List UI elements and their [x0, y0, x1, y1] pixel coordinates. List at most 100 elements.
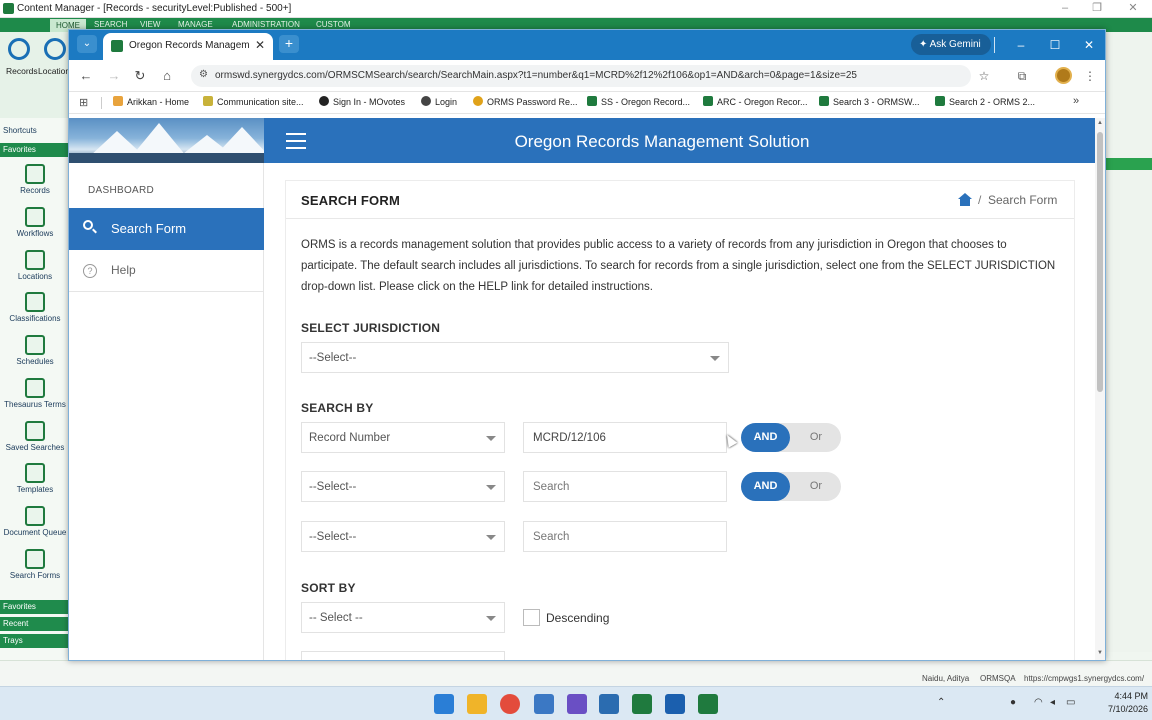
windows-start-icon[interactable]	[434, 694, 454, 714]
location-search-icon[interactable]	[44, 38, 66, 60]
browser-menu-icon[interactable]: ⋮	[1081, 67, 1099, 85]
and-option[interactable]: AND	[741, 472, 790, 501]
ribbon-location-label[interactable]: Location	[38, 66, 70, 76]
browser-minimize-icon[interactable]: –	[1009, 36, 1033, 54]
cm-tab-view[interactable]: VIEW	[140, 20, 160, 29]
tab-list-chevron-icon[interactable]: ⌄	[77, 35, 97, 53]
reload-icon[interactable]: ↻	[131, 67, 149, 85]
bookmark-arikkan-home[interactable]: Arikkan - Home	[113, 96, 189, 107]
cm-tab-custom[interactable]: CUSTOM	[316, 20, 351, 29]
bookmark-communication-site[interactable]: Communication site...	[203, 96, 304, 107]
taskbar-clock[interactable]: 4:44 PM 7/10/2026	[1092, 690, 1148, 716]
outlook-calendar-icon[interactable]	[534, 694, 554, 714]
search-field-select-1[interactable]: Record Number	[301, 422, 505, 453]
cm-shortcuts-header[interactable]: Shortcuts	[0, 124, 70, 138]
home-icon[interactable]	[958, 193, 972, 206]
cm-nav-thesaurus-terms[interactable]: Thesaurus Terms	[0, 378, 70, 409]
cm-restore-button[interactable]: ❐	[1088, 1, 1106, 16]
outlook-icon[interactable]	[665, 694, 685, 714]
cm-nav-classifications[interactable]: Classifications	[0, 292, 70, 323]
search-value-input-3[interactable]: Search	[523, 521, 727, 552]
sidebar-item-help[interactable]: ? Help	[69, 250, 264, 292]
cm-nav-templates[interactable]: Templates	[0, 463, 70, 494]
search-value-input-1[interactable]: MCRD/12/106	[523, 422, 727, 453]
cm-favorites-header[interactable]: Favorites	[0, 143, 70, 157]
cm-bottom-trays[interactable]: Trays	[0, 634, 70, 648]
search-icon	[83, 220, 97, 234]
operator-toggle-2[interactable]: AND Or	[741, 472, 841, 501]
tabstrip-divider	[994, 37, 995, 53]
jurisdiction-select[interactable]: --Select--	[301, 342, 729, 373]
ribbon-records-label[interactable]: Records	[6, 66, 38, 76]
cm-bottom-recent[interactable]: Recent	[0, 617, 70, 631]
search-field-select-2[interactable]: --Select--	[301, 471, 505, 502]
back-arrow-icon[interactable]: ←	[77, 67, 95, 85]
or-option[interactable]: Or	[796, 472, 836, 501]
operator-toggle-1[interactable]: AND Or	[741, 423, 841, 452]
tab-close-icon[interactable]: ✕	[255, 38, 265, 52]
apps-grid-icon[interactable]: ⊞	[79, 96, 88, 109]
or-option[interactable]: Or	[796, 423, 836, 452]
bookmarks-overflow-icon[interactable]: »	[1073, 95, 1079, 107]
content-manager-taskbar-icon[interactable]	[698, 694, 718, 714]
microphone-icon[interactable]: ●	[1010, 697, 1016, 708]
volume-icon[interactable]: ◂	[1050, 697, 1055, 708]
cm-minimize-button[interactable]: –	[1056, 1, 1074, 16]
records-search-icon[interactable]	[8, 38, 30, 60]
and-option[interactable]: AND	[741, 423, 790, 452]
address-bar[interactable]: ⚙ ormswd.synergydcs.com/ORMSCMSearch/sea…	[191, 65, 971, 87]
chrome-icon[interactable]	[500, 694, 520, 714]
descending-checkbox[interactable]	[523, 609, 540, 626]
browser-maximize-icon[interactable]: ☐	[1043, 36, 1067, 54]
notepad-icon[interactable]	[599, 694, 619, 714]
hamburger-menu-icon[interactable]	[286, 133, 306, 149]
forward-arrow-icon[interactable]: →	[105, 67, 123, 85]
teams-icon[interactable]	[567, 694, 587, 714]
scrollbar-thumb[interactable]	[1097, 132, 1103, 392]
ask-gemini-button[interactable]: ✦ Ask Gemini	[911, 34, 991, 55]
cm-nav-saved-searches[interactable]: Saved Searches	[0, 421, 70, 452]
battery-icon[interactable]: ▭	[1066, 697, 1075, 708]
bookmark-orms-password[interactable]: ORMS Password Re...	[473, 96, 578, 107]
cm-nav-document-queue[interactable]: Document Queue	[0, 506, 70, 537]
sort-by-select[interactable]: -- Select --	[301, 602, 505, 633]
browser-tab-active[interactable]: Oregon Records Management ✕	[103, 33, 273, 60]
excel-icon[interactable]	[632, 694, 652, 714]
scroll-up-icon[interactable]: ▲	[1097, 120, 1103, 126]
orms-favicon-icon	[935, 96, 945, 106]
new-tab-plus-icon[interactable]: +	[279, 35, 299, 53]
scroll-down-icon[interactable]: ▼	[1097, 650, 1103, 656]
cm-bottom-favorites[interactable]: Favorites	[0, 600, 70, 614]
cm-close-button[interactable]: ✕	[1124, 1, 1142, 16]
bookmark-star-icon[interactable]: ☆	[975, 67, 993, 85]
cm-nav-schedules[interactable]: Schedules	[0, 335, 70, 366]
cm-nav-search-forms[interactable]: Search Forms	[0, 549, 70, 580]
extensions-icon[interactable]: ⧉	[1013, 67, 1031, 85]
bookmark-sign-in-movotes[interactable]: Sign In - MOvotes	[319, 96, 405, 107]
sidebar-item-search-form[interactable]: Search Form	[69, 208, 264, 250]
cm-nav-records[interactable]: Records	[0, 164, 70, 195]
site-info-icon[interactable]: ⚙	[199, 69, 208, 80]
cm-tab-administration[interactable]: ADMINISTRATION	[232, 20, 300, 29]
search-value-input-2[interactable]: Search	[523, 471, 727, 502]
cm-nav-workflows[interactable]: Workflows	[0, 207, 70, 238]
address-url[interactable]: ormswd.synergydcs.com/ORMSCMSearch/searc…	[215, 70, 857, 81]
wifi-icon[interactable]: ◠	[1034, 697, 1043, 708]
tray-overflow-chevron-icon[interactable]: ⌃	[937, 697, 945, 708]
file-explorer-icon[interactable]	[467, 694, 487, 714]
bookmark-search-3-ormsw[interactable]: Search 3 - ORMSW...	[819, 96, 920, 107]
browser-close-icon[interactable]: ✕	[1077, 36, 1101, 54]
cm-tab-search[interactable]: SEARCH	[94, 20, 127, 29]
bookmark-search-2-orms-2[interactable]: Search 2 - ORMS 2...	[935, 96, 1035, 107]
bookmark-login[interactable]: Login	[421, 96, 457, 107]
profile-avatar[interactable]	[1055, 67, 1072, 84]
search-field-select-3[interactable]: --Select--	[301, 521, 505, 552]
page-scrollbar[interactable]: ▲ ▼	[1095, 118, 1105, 660]
next-select-partial[interactable]	[301, 651, 505, 660]
cm-tab-manage[interactable]: MANAGE	[178, 20, 213, 29]
bookmark-ss-oregon-record[interactable]: SS - Oregon Record...	[587, 96, 690, 107]
bookmark-arc-oregon-recor[interactable]: ARC - Oregon Recor...	[703, 96, 808, 107]
home-icon[interactable]: ⌂	[158, 67, 176, 85]
cm-ribbon: Records Location	[0, 32, 70, 118]
cm-nav-locations[interactable]: Locations	[0, 250, 70, 281]
